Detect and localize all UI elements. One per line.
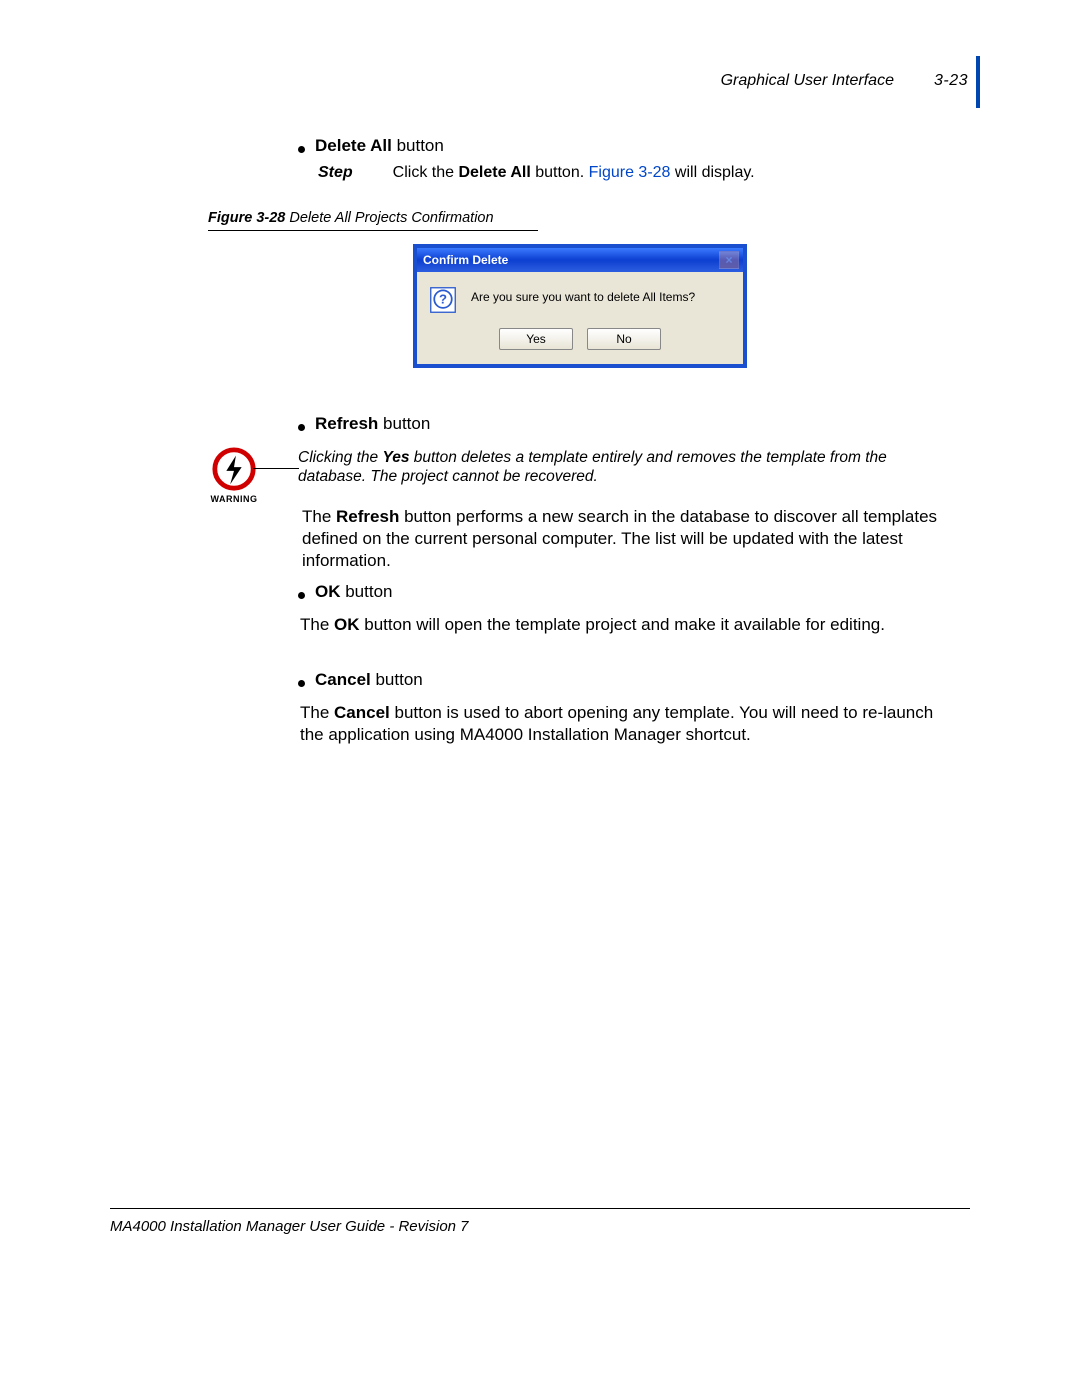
no-button[interactable]: No xyxy=(587,328,661,350)
bullet-delete-all: Delete All button xyxy=(298,136,968,156)
delete-all-rest: button xyxy=(392,136,444,155)
warning-label: WARNING xyxy=(204,494,264,504)
question-icon: ? xyxy=(429,286,457,314)
bullet-ok: OK button xyxy=(298,582,393,602)
refresh-paragraph: The Refresh button performs a new search… xyxy=(302,506,962,572)
cancel-paragraph: The Cancel button is used to abort openi… xyxy=(300,702,960,746)
bullet-cancel: Cancel button xyxy=(298,670,423,690)
bullet-dot-icon xyxy=(298,424,305,431)
bullet-dot-icon xyxy=(298,592,305,599)
confirm-delete-dialog: Confirm Delete × ? Are you sure you want… xyxy=(413,244,747,368)
header-section: Graphical User Interface xyxy=(721,72,894,90)
refresh-rest: button xyxy=(378,414,430,433)
dialog-title-bar: Confirm Delete × xyxy=(417,248,743,272)
close-icon[interactable]: × xyxy=(719,251,739,269)
step-label: Step xyxy=(318,164,353,182)
footer-rule xyxy=(110,1208,970,1209)
lightning-icon xyxy=(204,446,264,492)
bullet-dot-icon xyxy=(298,146,305,153)
ok-paragraph: The OK button will open the template pro… xyxy=(300,614,960,636)
warning-block: WARNING xyxy=(204,446,264,504)
cancel-rest: button xyxy=(371,670,423,689)
bullet-dot-icon xyxy=(298,680,305,687)
header-accent xyxy=(976,56,980,108)
figure-caption: Figure 3-28 Delete All Projects Confirma… xyxy=(208,210,494,226)
figure-link[interactable]: Figure 3-28 xyxy=(589,164,671,181)
ok-bold: OK xyxy=(315,582,341,601)
delete-all-bold: Delete All xyxy=(315,136,392,155)
warning-leader-line xyxy=(253,468,299,469)
dialog-title: Confirm Delete xyxy=(423,253,508,267)
svg-text:?: ? xyxy=(439,292,447,307)
refresh-bold: Refresh xyxy=(315,414,378,433)
page-header: Graphical User Interface 3-23 xyxy=(721,72,968,90)
step-row: Step Click the Delete All button. Figure… xyxy=(318,164,968,182)
figure-rule xyxy=(208,230,538,231)
bullet-refresh: Refresh button xyxy=(298,414,968,434)
dialog-buttons: Yes No xyxy=(417,322,743,364)
warning-note: Clicking the Yes button deletes a templa… xyxy=(298,448,948,486)
header-page-number: 3-23 xyxy=(934,72,968,90)
dialog-text: Are you sure you want to delete All Item… xyxy=(471,286,695,304)
footer-text: MA4000 Installation Manager User Guide -… xyxy=(110,1218,469,1235)
cancel-bold: Cancel xyxy=(315,670,371,689)
ok-rest: button xyxy=(341,582,393,601)
step-text: Click the Delete All button. Figure 3-28… xyxy=(393,164,755,182)
yes-button[interactable]: Yes xyxy=(499,328,573,350)
